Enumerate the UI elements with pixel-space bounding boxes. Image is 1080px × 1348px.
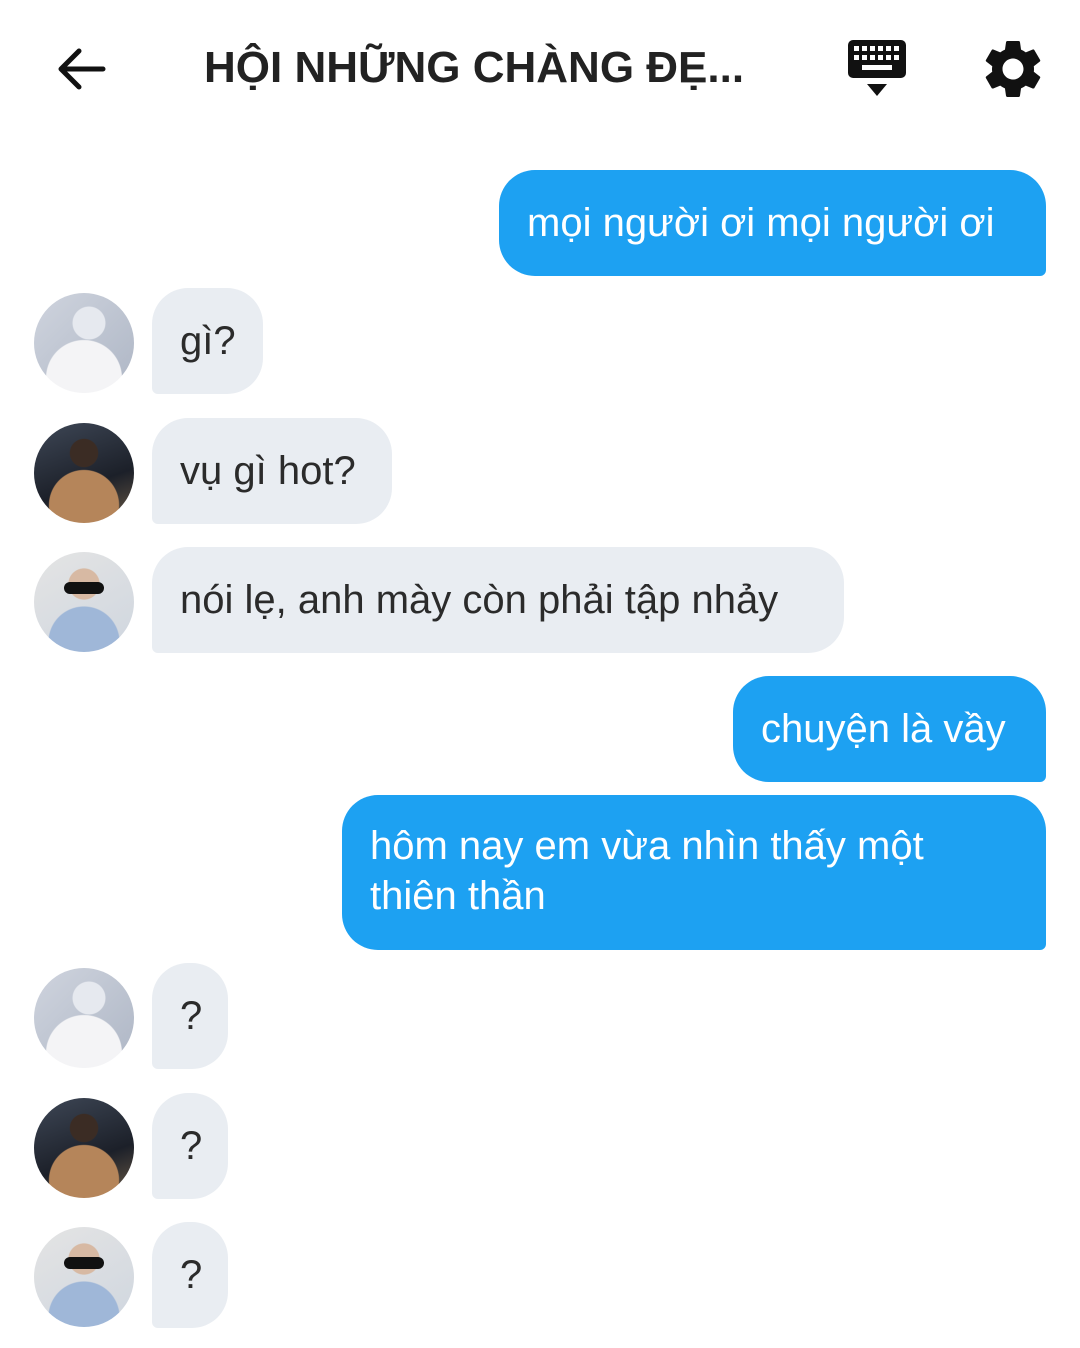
avatar[interactable]: [34, 1227, 134, 1327]
message-text: ?: [180, 994, 203, 1038]
message-bubble-incoming[interactable]: vụ gì hot?: [152, 418, 392, 524]
chat-title: HỘI NHỮNG CHÀNG ĐẸ...: [204, 43, 745, 92]
message-text: vụ gì hot?: [180, 449, 356, 493]
back-button[interactable]: [46, 34, 116, 104]
message-bubble-incoming[interactable]: ?: [152, 1222, 228, 1328]
avatar[interactable]: [34, 552, 134, 652]
keyboard-icon: [848, 40, 906, 96]
avatar[interactable]: [34, 423, 134, 523]
message-bubble-outgoing[interactable]: hôm nay em vừa nhìn thấy một thiên thần: [342, 795, 1046, 950]
avatar[interactable]: [34, 1098, 134, 1198]
message-text: gì?: [180, 319, 236, 363]
message-bubble-incoming[interactable]: ?: [152, 1093, 228, 1199]
avatar[interactable]: [34, 293, 134, 393]
message-text: ?: [180, 1253, 203, 1297]
gear-icon: [985, 40, 1041, 97]
settings-button[interactable]: [978, 34, 1048, 104]
avatar-glasses: [64, 1257, 104, 1269]
message-text: ?: [180, 1124, 203, 1168]
message-bubble-incoming[interactable]: nói lẹ, anh mày còn phải tập nhảy: [152, 547, 844, 653]
avatar-glasses: [64, 582, 104, 594]
message-text: nói lẹ, anh mày còn phải tập nhảy: [180, 578, 779, 622]
message-text: hôm nay em vừa nhìn thấy một thiên thần: [370, 824, 924, 918]
message-bubble-incoming[interactable]: ?: [152, 963, 228, 1069]
message-bubble-outgoing[interactable]: chuyện là vầy: [733, 676, 1046, 782]
chat-header: HỘI NHỮNG CHÀNG ĐẸ...: [0, 0, 1080, 135]
message-bubble-outgoing[interactable]: mọi người ơi mọi người ơi: [499, 170, 1046, 276]
arrow-left-icon: [58, 48, 106, 90]
message-text: mọi người ơi mọi người ơi: [527, 201, 995, 245]
message-bubble-incoming[interactable]: gì?: [152, 288, 263, 394]
keyboard-button[interactable]: [840, 36, 916, 102]
message-text: chuyện là vầy: [761, 707, 1006, 751]
avatar[interactable]: [34, 968, 134, 1068]
